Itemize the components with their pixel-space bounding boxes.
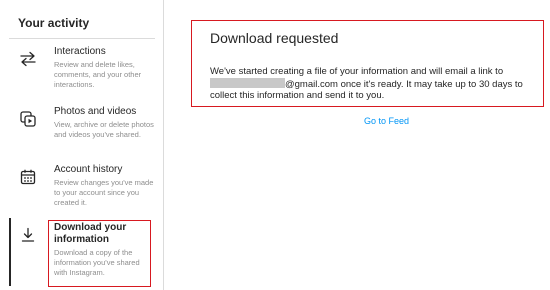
sidebar-title: Your activity: [18, 16, 90, 30]
sidebar-item-interactions[interactable]: Interactions Review and delete likes, co…: [0, 46, 163, 96]
sidebar-item-label: Account history: [54, 164, 123, 175]
sidebar-item-description: Review and delete likes, comments, and y…: [54, 60, 142, 89]
arrows-swap-icon: [19, 50, 37, 68]
photos-videos-icon: [19, 110, 37, 128]
download-icon: [19, 226, 37, 244]
page-title: Download requested: [210, 30, 339, 46]
sidebar-item-label: Photos and videos: [54, 106, 137, 117]
redacted-email: [210, 77, 285, 88]
go-to-feed-link[interactable]: Go to Feed: [364, 116, 409, 126]
sidebar-divider: [9, 38, 155, 39]
sidebar-item-description: Review changes you've made to your accou…: [54, 178, 154, 207]
download-requested-panel: Download requested We've started creatin…: [191, 20, 544, 107]
sidebar-item-photos-videos[interactable]: Photos and videos View, archive or delet…: [0, 106, 163, 156]
confirmation-message: We've started creating a file of your in…: [210, 66, 544, 102]
activity-sidebar: Your activity Interactions Review and de…: [0, 0, 164, 290]
message-text-start: We've started creating a file of your in…: [210, 66, 504, 77]
sidebar-item-description: View, archive or delete photos and video…: [54, 120, 154, 139]
highlight-annotation: [48, 220, 151, 287]
sidebar-item-account-history[interactable]: Account history Review changes you've ma…: [0, 164, 163, 214]
sidebar-item-label: Interactions: [54, 46, 106, 57]
calendar-icon: [19, 168, 37, 186]
